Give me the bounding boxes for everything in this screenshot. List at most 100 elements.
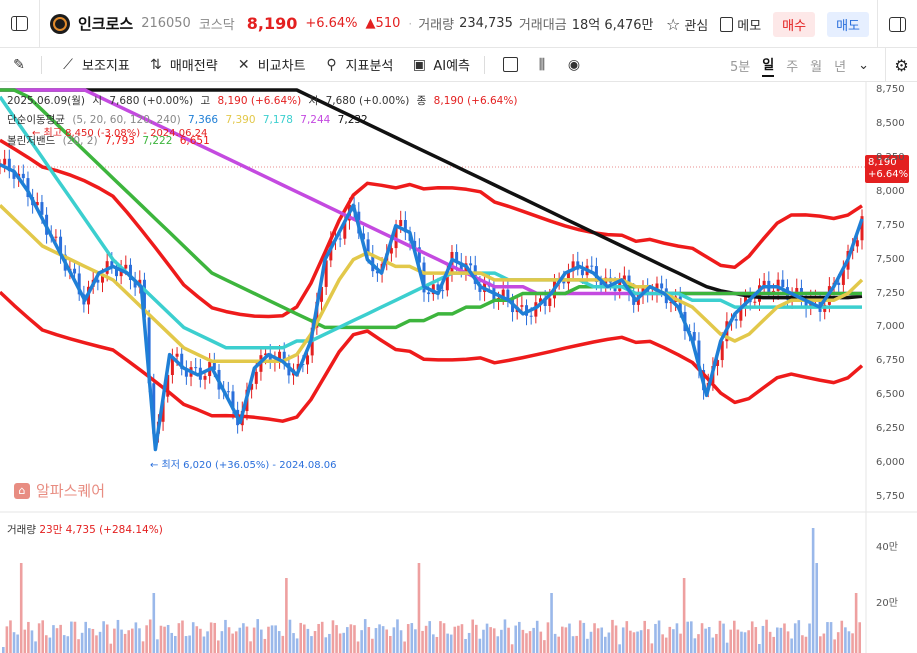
volume-bar [109,643,113,653]
volume-bar [525,633,528,653]
candle-body [194,367,198,369]
volume-bar [432,634,435,653]
compare-icon: ✕ [237,56,250,73]
volume-bar [299,622,303,653]
volume-bar [424,625,428,653]
volume-bar [213,622,217,653]
volume-bar [84,621,88,653]
volume-bar [790,638,793,653]
period-5min[interactable]: 5분 [730,56,750,75]
volume-bar [561,626,564,653]
candle-body [175,353,179,357]
volume-bar [797,620,801,653]
sell-button[interactable]: 매도 [827,11,869,37]
volume-bar [102,621,105,653]
volume-bar [274,625,277,653]
volume-bar [30,630,34,653]
volume-bar [625,621,629,653]
ma240-value: 7,232 [337,114,368,126]
sidebar-panel-icon [11,16,28,31]
volume-bar [747,630,750,653]
volume-bar [37,623,41,653]
period-year[interactable]: 년 [834,56,846,75]
analysis-icon: ⚲ [326,56,337,73]
volume-bar [826,622,829,653]
volume-bar [811,528,815,653]
candle-type-icon[interactable]: ⫼ [534,57,550,73]
stock-code: 216050 [141,16,191,31]
volume-bar [496,636,500,653]
toolbar-divider [484,55,486,74]
chevron-down-icon[interactable]: ⌄ [858,58,869,73]
volume-bar [786,631,790,653]
volume-bar [632,632,636,653]
volume-bar [2,647,5,653]
volume-bar [199,628,202,653]
settings-gear-icon[interactable]: ⚙ [885,48,917,82]
stock-name[interactable]: 인크로스 [78,13,133,34]
candle-body [590,265,594,267]
volume-bar [389,635,392,653]
right-sidebar-toggle-button[interactable] [877,0,917,48]
candle-body [54,236,58,238]
period-week[interactable]: 주 [786,56,798,75]
volume-bar [9,620,12,653]
buy-button[interactable]: 매수 [773,11,816,37]
memo-button[interactable]: 메모 [720,15,761,34]
volume-bar [12,632,16,653]
volume-bar [73,621,77,653]
volume-bar [725,642,729,653]
strategy-button[interactable]: ⇅ 매매전략 [148,55,218,75]
volume-bar [804,636,808,653]
period-day[interactable]: 일 [762,54,775,77]
ai-predict-button[interactable]: ▣ AI예측 [411,55,471,75]
close-value: 8,190 (+6.64%) [433,95,518,107]
candle-body [469,263,473,266]
volume-bar [80,632,84,653]
camera-icon[interactable]: ◉ [566,57,582,73]
volume-bar [639,630,643,653]
volume-bar [206,631,209,653]
volume-bar [385,629,389,653]
volume-bar [500,629,503,653]
current-price: 8,190 [246,14,298,33]
volume-bar [836,632,840,653]
compare-button[interactable]: ✕ 비교차트 [236,55,306,75]
analysis-button[interactable]: ⚲ 지표분석 [324,55,393,75]
pencil-icon[interactable]: ✎ [11,57,27,73]
volume-value: 234,735 [459,16,513,31]
price-tick-label: 6,000 [876,457,905,469]
volume-bar [682,578,686,653]
volume-bar [295,638,299,653]
volume-bar [697,634,700,653]
favorite-button[interactable]: ☆ 관심 [666,15,708,34]
volume-bar [611,619,614,653]
volume-bar [410,623,414,653]
volume-bar [245,626,249,653]
indicator-button[interactable]: ⟋ 보조지표 [60,55,130,75]
volume-bar [281,635,285,653]
candle-body [399,220,403,226]
volume-bar [249,641,252,653]
volume-bar [435,636,439,653]
volume-legend: 거래량 23만 4,735 (+284.14%) [7,522,163,537]
market-name: 코스닥 [198,18,235,33]
period-month[interactable]: 월 [810,56,822,75]
volume-bar [159,625,163,653]
indicator-icon: ⟋ [63,56,73,73]
volume-bar [195,626,199,653]
volume-bar [553,633,557,653]
volume-bar [134,622,138,653]
volume-bar [489,627,492,653]
price-tick-label: 7,250 [876,287,905,299]
ai-predict-label: AI예측 [433,59,471,74]
volume-bar [449,634,453,653]
price-chart[interactable] [0,82,917,653]
volume-bar [647,629,650,653]
volume-bar [589,631,593,653]
candle-body [520,305,524,307]
layout-square-icon[interactable] [503,57,519,72]
volume-bar [471,619,475,653]
candle-body [781,279,785,288]
left-sidebar-toggle-button[interactable] [0,0,40,48]
